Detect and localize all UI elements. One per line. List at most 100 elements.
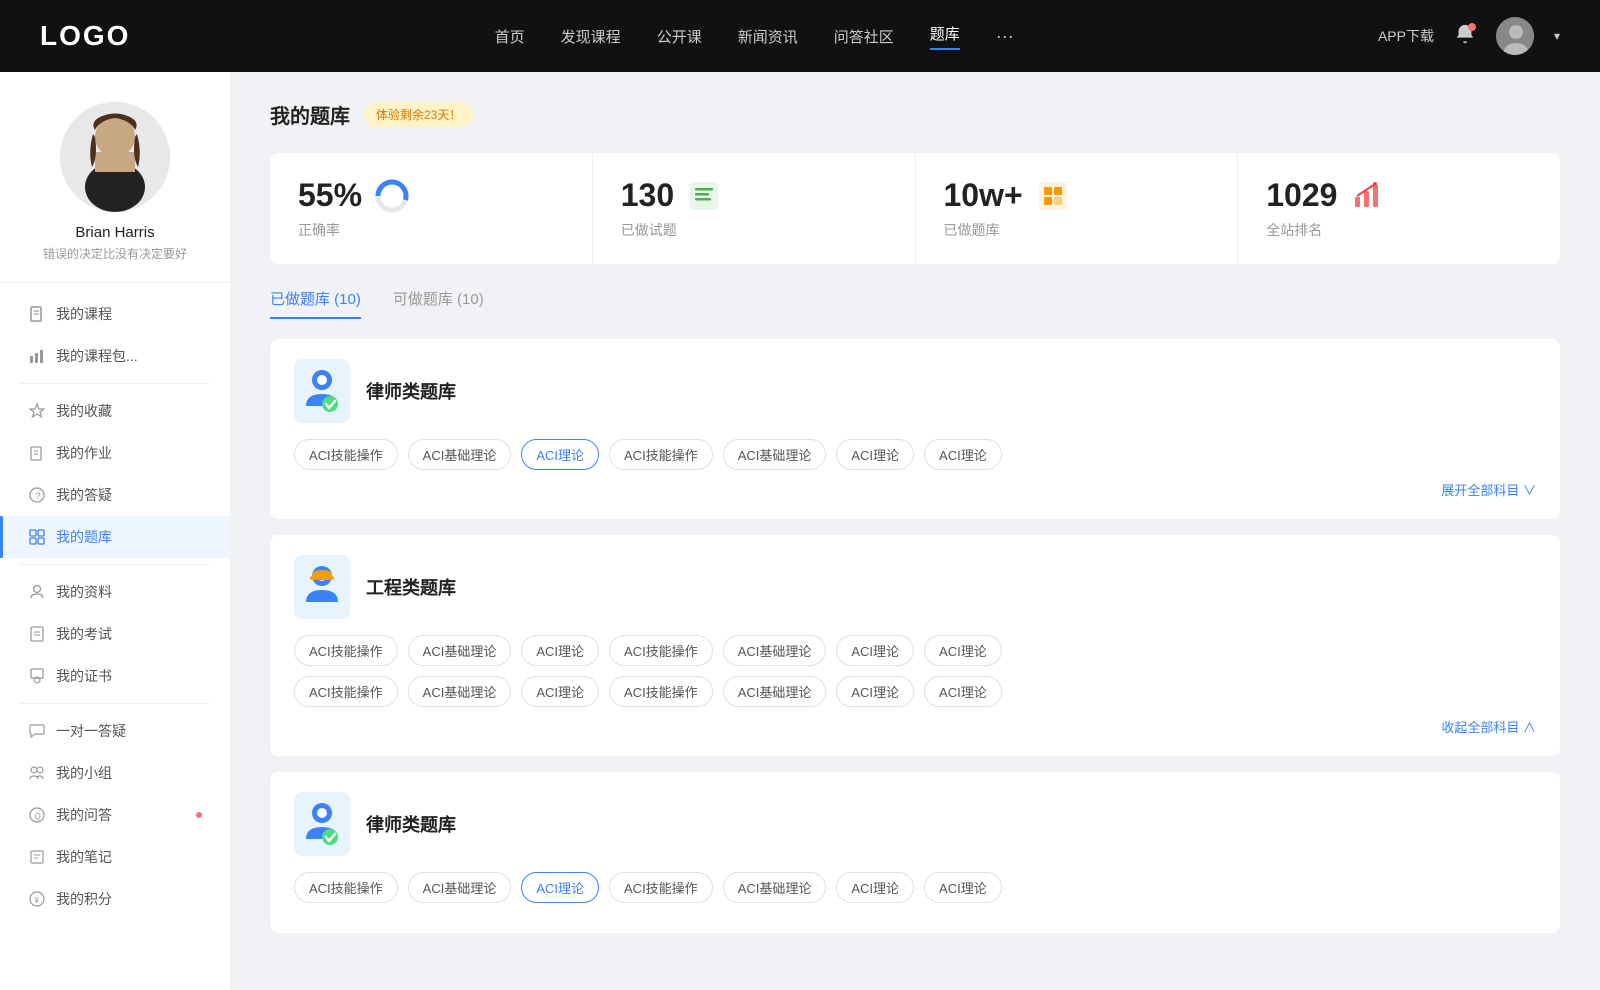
l2-tag-5[interactable]: ACI基础理论 — [723, 872, 827, 903]
l2-tag-1[interactable]: ACI技能操作 — [294, 872, 398, 903]
list-icon — [686, 178, 722, 214]
nav-link-news[interactable]: 新闻资讯 — [738, 26, 798, 47]
stat-accuracy-label: 正确率 — [298, 220, 564, 240]
eng-tag-12[interactable]: ACI基础理论 — [723, 676, 827, 707]
sidebar-item-favorites[interactable]: 我的收藏 — [0, 390, 230, 432]
l2-tag-4[interactable]: ACI技能操作 — [609, 872, 713, 903]
coin-icon: ¥ — [28, 890, 46, 908]
nav-links: 首页 发现课程 公开课 新闻资讯 问答社区 题库 ··· — [495, 23, 1014, 50]
svg-text:¥: ¥ — [34, 896, 40, 905]
tag-aci-skill-1[interactable]: ACI技能操作 — [294, 439, 398, 470]
bell-button[interactable] — [1454, 23, 1476, 50]
note-icon — [28, 848, 46, 866]
app-download[interactable]: APP下载 — [1378, 26, 1434, 46]
sidebar-item-groups-label: 我的小组 — [56, 763, 112, 783]
eng-tag-9[interactable]: ACI基础理论 — [408, 676, 512, 707]
sidebar-item-favorites-label: 我的收藏 — [56, 401, 112, 421]
profile-avatar — [60, 102, 170, 212]
tag-aci-theory-active[interactable]: ACI理论 — [521, 439, 599, 470]
sidebar-item-exams[interactable]: 我的考试 — [0, 613, 230, 655]
l2-tag-6[interactable]: ACI理论 — [836, 872, 914, 903]
sidebar-item-courses[interactable]: 我的课程 — [0, 293, 230, 335]
nav-link-qa[interactable]: 问答社区 — [834, 26, 894, 47]
sidebar-item-coursepackages[interactable]: 我的课程包... — [0, 335, 230, 377]
sidebar-item-points[interactable]: ¥ 我的积分 — [0, 878, 230, 920]
menu-divider-1 — [20, 383, 210, 384]
sidebar-item-homework-label: 我的作业 — [56, 443, 112, 463]
stat-done-banks-label: 已做题库 — [944, 220, 1210, 240]
sidebar-item-myqa[interactable]: Q 我的问答 — [0, 794, 230, 836]
star-icon — [28, 402, 46, 420]
bank-card-lawyer-1-tags: ACI技能操作 ACI基础理论 ACI理论 ACI技能操作 ACI基础理论 AC… — [294, 439, 1536, 470]
top-navigation: LOGO 首页 发现课程 公开课 新闻资讯 问答社区 题库 ··· APP下载 … — [0, 0, 1600, 72]
menu-divider-2 — [20, 564, 210, 565]
bank-card-lawyer-1-header: 律师类题库 — [294, 359, 1536, 423]
menu-divider-3 — [20, 703, 210, 704]
nav-link-questionbank[interactable]: 题库 — [930, 23, 960, 50]
eng-tag-2[interactable]: ACI基础理论 — [408, 635, 512, 666]
sidebar-item-notes[interactable]: 我的笔记 — [0, 836, 230, 878]
l2-tag-active[interactable]: ACI理论 — [521, 872, 599, 903]
eng-tag-4[interactable]: ACI技能操作 — [609, 635, 713, 666]
tab-done[interactable]: 已做题库 (10) — [270, 288, 361, 319]
l2-tag-2[interactable]: ACI基础理论 — [408, 872, 512, 903]
nav-link-home[interactable]: 首页 — [495, 26, 525, 47]
stat-accuracy-top: 55% — [298, 177, 564, 214]
nav-link-discover[interactable]: 发现课程 — [561, 26, 621, 47]
sidebar-item-questionbank[interactable]: 我的题库 — [0, 516, 230, 558]
bank-card-engineer-tags-row2: ACI技能操作 ACI基础理论 ACI理论 ACI技能操作 ACI基础理论 AC… — [294, 676, 1536, 707]
sidebar: Brian Harris 错误的决定比没有决定要好 我的课程 我的课程包... — [0, 72, 230, 990]
tag-aci-theory-3[interactable]: ACI理论 — [924, 439, 1002, 470]
main-content: 我的题库 体验剩余23天！ 55% 正确率 — [230, 72, 1600, 990]
sidebar-item-certificates[interactable]: 我的证书 — [0, 655, 230, 697]
sidebar-item-qasupport[interactable]: ? 我的答疑 — [0, 474, 230, 516]
sidebar-item-groups[interactable]: 我的小组 — [0, 752, 230, 794]
qa-icon: Q — [28, 806, 46, 824]
bell-notification-dot — [1468, 23, 1476, 31]
eng-tag-14[interactable]: ACI理论 — [924, 676, 1002, 707]
eng-tag-1[interactable]: ACI技能操作 — [294, 635, 398, 666]
eng-tag-11[interactable]: ACI技能操作 — [609, 676, 713, 707]
user-menu-chevron[interactable]: ▾ — [1554, 29, 1560, 43]
bank-card-engineer-title: 工程类题库 — [366, 574, 456, 600]
sidebar-item-profiledata[interactable]: 我的资料 — [0, 571, 230, 613]
profile-name: Brian Harris — [75, 224, 154, 241]
tag-aci-basic-1[interactable]: ACI基础理论 — [408, 439, 512, 470]
nav-more[interactable]: ··· — [996, 26, 1014, 47]
eng-tag-7[interactable]: ACI理论 — [924, 635, 1002, 666]
bank-card-engineer-header: 工程类题库 — [294, 555, 1536, 619]
sidebar-menu: 我的课程 我的课程包... 我的收藏 我的作业 — [0, 283, 230, 930]
eng-tag-6[interactable]: ACI理论 — [836, 635, 914, 666]
eng-tag-8[interactable]: ACI技能操作 — [294, 676, 398, 707]
tag-aci-basic-2[interactable]: ACI基础理论 — [723, 439, 827, 470]
sidebar-profile: Brian Harris 错误的决定比没有决定要好 — [0, 102, 230, 283]
tag-aci-skill-2[interactable]: ACI技能操作 — [609, 439, 713, 470]
stat-accuracy: 55% 正确率 — [270, 153, 593, 264]
stat-done-questions-top: 130 — [621, 177, 887, 214]
sidebar-item-homework[interactable]: 我的作业 — [0, 432, 230, 474]
stat-ranking-top: 1029 — [1266, 177, 1532, 214]
user-avatar[interactable] — [1496, 17, 1534, 55]
eng-tag-5[interactable]: ACI基础理论 — [723, 635, 827, 666]
stat-done-banks-top: 10w+ — [944, 177, 1210, 214]
stat-ranking: 1029 全站排名 — [1238, 153, 1560, 264]
l2-tag-7[interactable]: ACI理论 — [924, 872, 1002, 903]
expand-button-1[interactable]: 展开全部科目 ∨ — [294, 480, 1536, 499]
sidebar-item-certificates-label: 我的证书 — [56, 666, 112, 686]
bank-card-lawyer-1: 律师类题库 ACI技能操作 ACI基础理论 ACI理论 ACI技能操作 ACI基… — [270, 339, 1560, 519]
sidebar-item-oneonone[interactable]: 一对一答疑 — [0, 710, 230, 752]
bank-card-engineer: 工程类题库 ACI技能操作 ACI基础理论 ACI理论 ACI技能操作 ACI基… — [270, 535, 1560, 756]
sidebar-item-questionbank-label: 我的题库 — [56, 527, 112, 547]
eng-tag-3[interactable]: ACI理论 — [521, 635, 599, 666]
sidebar-item-coursepackages-label: 我的课程包... — [56, 346, 138, 366]
profile-motto: 错误的决定比没有决定要好 — [43, 245, 187, 262]
collapse-button-engineer[interactable]: 收起全部科目 ∧ — [294, 717, 1536, 736]
tag-aci-theory-2[interactable]: ACI理论 — [836, 439, 914, 470]
svg-text:Q: Q — [35, 812, 41, 821]
people-icon — [28, 583, 46, 601]
tab-todo[interactable]: 可做题库 (10) — [393, 288, 484, 319]
edit-icon — [28, 444, 46, 462]
nav-link-open[interactable]: 公开课 — [657, 26, 702, 47]
eng-tag-13[interactable]: ACI理论 — [836, 676, 914, 707]
eng-tag-10[interactable]: ACI理论 — [521, 676, 599, 707]
